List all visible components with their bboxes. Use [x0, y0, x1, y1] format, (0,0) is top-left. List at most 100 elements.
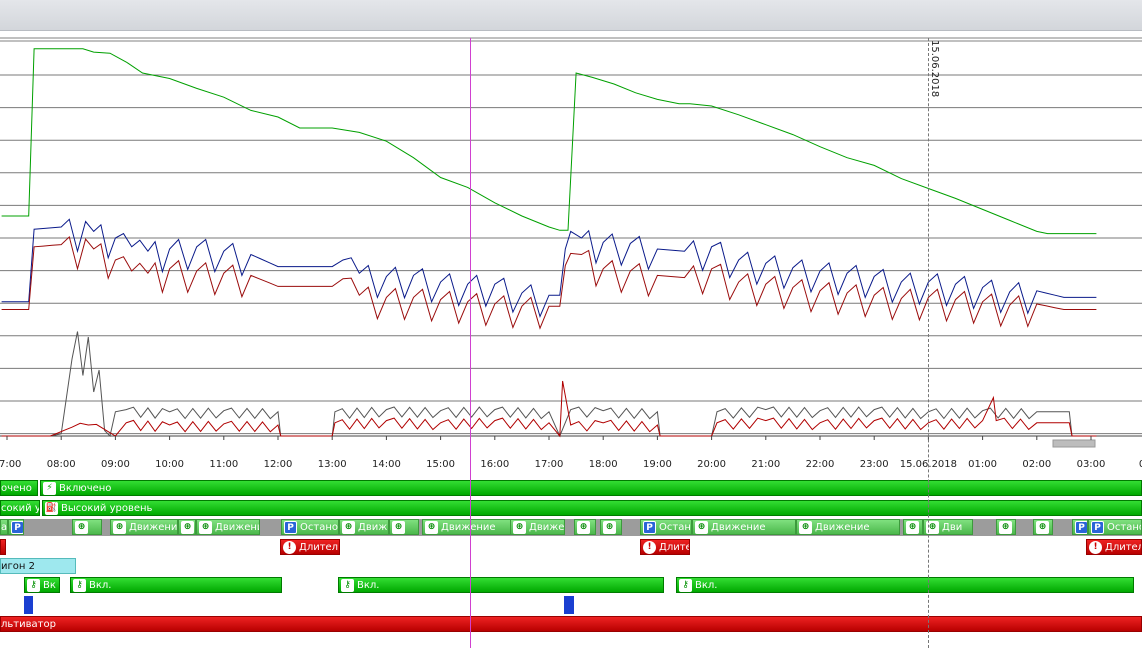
steering-wheel-icon: ⊕ — [695, 521, 708, 534]
movement-segment[interactable]: P Остан — [640, 519, 692, 535]
x-tick-label: 08:00 — [47, 459, 76, 470]
x-tick-label: 23:00 — [860, 459, 889, 470]
series-line — [1, 331, 1097, 438]
attachment-segment[interactable]: льтиватор — [0, 616, 1142, 632]
steering-wheel-icon: ⊕ — [1036, 521, 1049, 534]
lane-power-segment[interactable]: ⚡ Включено — [40, 480, 1142, 496]
movement-segment[interactable]: ⊕ — [1033, 519, 1053, 535]
ignition-label: Вк — [43, 580, 56, 591]
key-icon: ⚷ — [73, 579, 86, 592]
lane-power-left-label: очено — [1, 483, 32, 494]
movement-segment[interactable]: ⊕ — [178, 519, 196, 535]
movement-segment[interactable]: ⊕ — [389, 519, 419, 535]
steering-wheel-icon: ⊕ — [799, 521, 812, 534]
x-tick-label: 15:00 — [426, 459, 455, 470]
lane-power-label: Включено — [59, 483, 112, 494]
movement-segment[interactable]: ⊕ — [72, 519, 102, 535]
x-tick-label: 01:00 — [968, 459, 997, 470]
movement-label: Движ — [358, 522, 388, 533]
movement-segment[interactable]: ⊕ — [996, 519, 1016, 535]
alarm-segment[interactable]: ! Длите — [640, 539, 690, 555]
movement-segment[interactable]: ⊕ — [600, 519, 622, 535]
x-tick-label: 03:00 — [1077, 459, 1106, 470]
date-marker-line — [928, 38, 929, 648]
movement-segment[interactable]: P — [1072, 519, 1088, 535]
zone-segment[interactable]: игон 2 — [0, 558, 76, 574]
movement-label: Дви — [942, 522, 963, 533]
movement-segment[interactable]: ⊕ Движение — [422, 519, 512, 535]
chart-svg: 07:00 08:00 09:00 10:00 11:00 12:00 13:00 14:00… — [0, 37, 1142, 470]
fuel-level-icon: ⛽ — [45, 502, 58, 515]
alarm-segment[interactable] — [0, 539, 6, 555]
attachment-label: льтиватор — [1, 619, 56, 630]
movement-label: Движени — [129, 522, 178, 533]
lane-level-left-label: сокий уро — [1, 503, 39, 514]
steering-wheel-icon: ⊕ — [577, 521, 590, 534]
x-tick-label: 14:00 — [372, 459, 401, 470]
x-tick-label: 21:00 — [751, 459, 780, 470]
alarm-segment[interactable]: ! Длитель — [280, 539, 340, 555]
movement-segment[interactable]: ⊕ — [574, 519, 596, 535]
key-icon: ⚷ — [27, 579, 40, 592]
movement-segment[interactable]: ⊕ Движени — [196, 519, 260, 535]
movement-label: Движение — [815, 522, 870, 533]
steering-wheel-icon: ⊕ — [906, 521, 919, 534]
lane-markers — [0, 596, 1142, 614]
ignition-segment[interactable]: ⚷ Вк — [24, 577, 60, 593]
x-tick-label: 02:00 — [1022, 459, 1051, 470]
parking-icon: P — [643, 521, 656, 534]
movement-label: Останов — [300, 522, 338, 533]
movement-segment[interactable]: PОстанов — [281, 519, 339, 535]
movement-segment[interactable]: P — [8, 519, 24, 535]
parking-icon: P — [1075, 521, 1087, 534]
alarm-segment[interactable]: ! Длител — [1086, 539, 1142, 555]
alarm-label: Длите — [659, 542, 690, 553]
lane-ignition: ⚷ Вк ⚷ Вкл. ⚷ Вкл. ⚷ Вкл. — [0, 577, 1142, 594]
lane-level-left-segment[interactable]: сокий уро — [0, 500, 40, 516]
event-marker[interactable] — [24, 596, 33, 614]
x-tick-label: 17:00 — [535, 459, 564, 470]
x-tick-label: 18:00 — [589, 459, 618, 470]
ignition-segment[interactable]: ⚷ Вкл. — [338, 577, 664, 593]
movement-segment[interactable]: ⊕ Движени — [110, 519, 178, 535]
cursor-line[interactable] — [470, 38, 471, 648]
steering-wheel-icon: ⊕ — [199, 521, 212, 534]
lane-alarms: ! Длитель! Длите! Длител — [0, 539, 1142, 556]
lane-level-segment[interactable]: ⛽ Высокий уровень — [42, 500, 1142, 516]
movement-segment[interactable]: ⊕ Движение — [692, 519, 796, 535]
movement-segment[interactable]: а — [0, 519, 8, 535]
movement-segment[interactable]: ⊕ Движ — [339, 519, 389, 535]
series-line — [1, 218, 1097, 318]
movement-label: Остано — [1107, 522, 1142, 533]
trend-chart[interactable]: 07:00 08:00 09:00 10:00 11:00 12:00 13:00 14:00… — [0, 30, 1142, 478]
event-marker[interactable] — [564, 596, 574, 614]
date-marker-label: 15.06.2018 — [929, 40, 940, 97]
alarm-icon: ! — [283, 541, 296, 554]
ignition-segment[interactable]: ⚷ Вкл. — [676, 577, 1134, 593]
movement-segment[interactable]: ⊕ Дви — [923, 519, 973, 535]
x-tick-label: 13:00 — [318, 459, 347, 470]
movement-segment[interactable]: P Остано — [1088, 519, 1142, 535]
steering-wheel-icon: ⊕ — [342, 521, 355, 534]
series-line — [1, 380, 1097, 438]
x-tick-label: 09:00 — [101, 459, 130, 470]
movement-segment[interactable]: ⊕ Движение — [796, 519, 900, 535]
movement-label: Движени — [215, 522, 260, 533]
movement-segment[interactable]: ⊕ Движе — [510, 519, 565, 535]
key-icon: ⚷ — [679, 579, 692, 592]
alarm-icon: ! — [1089, 541, 1102, 554]
ignition-segment[interactable]: ⚷ Вкл. — [70, 577, 282, 593]
x-tick-label: 20:00 — [697, 459, 726, 470]
plug-icon: ⚡ — [43, 482, 56, 495]
lane-level-label: Высокий уровень — [61, 503, 153, 514]
ignition-label: Вкл. — [89, 580, 112, 591]
steering-wheel-icon: ⊕ — [75, 521, 88, 534]
movement-label: Остан — [659, 522, 691, 533]
ignition-label: Вкл. — [357, 580, 380, 591]
lane-attachment: льтиватор — [0, 616, 1142, 633]
movement-segment[interactable]: ⊕ — [903, 519, 923, 535]
lane-power-left-segment[interactable]: очено — [0, 480, 38, 496]
x-tick-label: 12:00 — [264, 459, 293, 470]
x-tick-label: 07:00 — [0, 459, 21, 470]
steering-wheel-icon: ⊕ — [425, 521, 438, 534]
